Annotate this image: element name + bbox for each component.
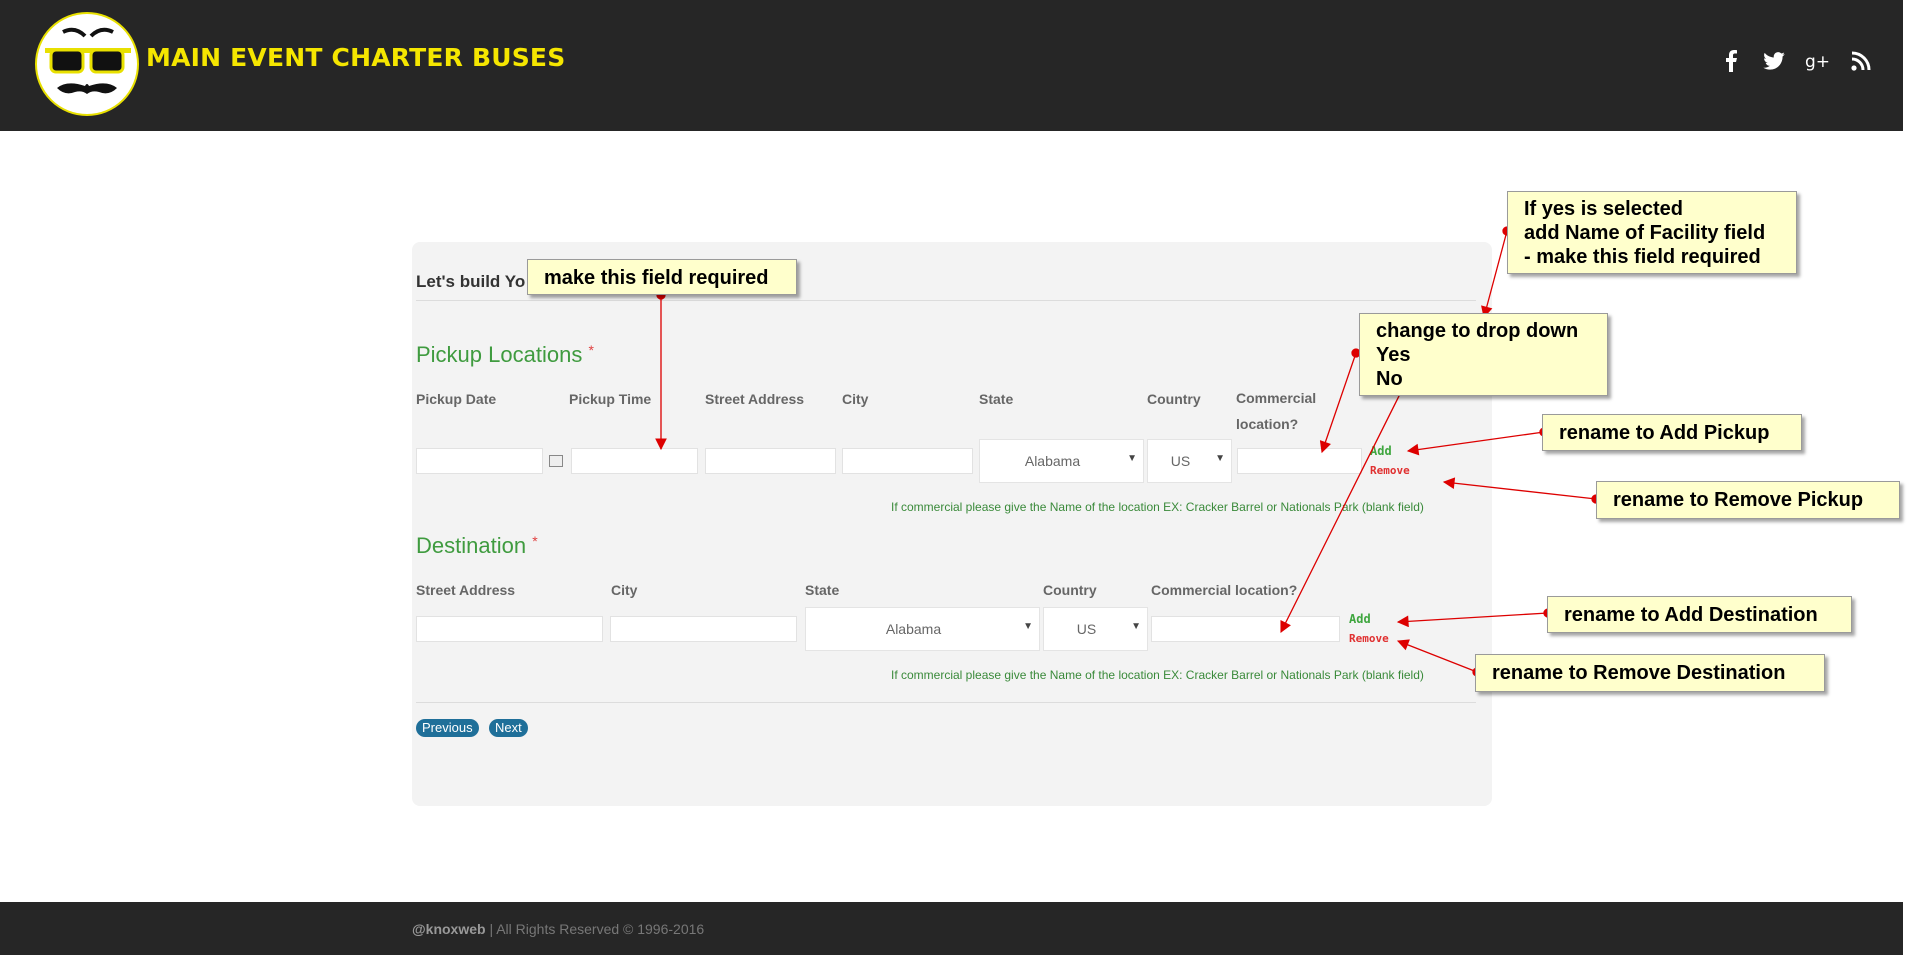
destination-city-input[interactable] (610, 616, 797, 642)
brand-title[interactable]: MAIN EVENT CHARTER BUSES (146, 43, 565, 72)
destination-commercial-hint: If commercial please give the Name of th… (891, 668, 1424, 682)
pickup-locations-heading: Pickup Locations * (416, 342, 594, 368)
note-add-pickup: rename to Add Pickup (1542, 414, 1802, 451)
footer-brand-link[interactable]: @knoxweb (412, 921, 486, 937)
chevron-down-icon: ▼ (1023, 621, 1033, 632)
pickup-date-label: Pickup Date (416, 391, 497, 407)
destination-remove-link[interactable]: Remove (1349, 632, 1389, 645)
svg-text:g+: g+ (1805, 52, 1829, 71)
rss-icon[interactable] (1846, 46, 1876, 76)
next-button[interactable]: Next (489, 719, 528, 737)
note-remove-destination: rename to Remove Destination (1475, 654, 1825, 692)
form-divider (416, 702, 1476, 703)
pickup-date-input[interactable] (416, 448, 543, 474)
note-dropdown-line-2: Yes (1376, 344, 1411, 366)
calendar-icon[interactable] (549, 455, 563, 467)
google-plus-icon[interactable]: g+ (1802, 46, 1832, 76)
destination-state-value: Alabama (885, 621, 942, 637)
destination-street-label: Street Address (416, 582, 516, 598)
chevron-down-icon: ▼ (1131, 621, 1141, 632)
destination-add-link[interactable]: Add (1349, 612, 1371, 626)
twitter-icon[interactable] (1759, 46, 1789, 76)
note-facility-line-1: If yes is selected (1524, 198, 1683, 220)
pickup-state-label: State (979, 391, 1014, 407)
note-required-field: make this field required (527, 259, 797, 295)
destination-commercial-input[interactable] (1151, 616, 1340, 642)
destination-city-label: City (611, 582, 638, 598)
note-remove-pickup: rename to Remove Pickup (1596, 481, 1900, 519)
pickup-commercial-label: Commercial location? (1236, 390, 1317, 432)
note-change-dropdown: change to drop down Yes No (1359, 313, 1608, 396)
destination-country-label: Country (1043, 582, 1097, 598)
destination-country-select[interactable]: US ▼ (1043, 607, 1148, 651)
chevron-down-icon: ▼ (1215, 453, 1225, 464)
note-dropdown-line-1: change to drop down (1376, 320, 1579, 342)
site-footer: @knoxweb | All Rights Reserved © 1996-20… (0, 902, 1903, 955)
pickup-country-value: US (1170, 453, 1191, 469)
pickup-street-label: Street Address (705, 391, 805, 407)
mustache-logo[interactable] (35, 12, 139, 116)
pickup-state-value: Alabama (1024, 453, 1081, 469)
destination-street-input[interactable] (416, 616, 603, 642)
destination-commercial-label: Commercial location? (1151, 582, 1298, 598)
destination-state-select[interactable]: Alabama ▼ (805, 607, 1040, 651)
pickup-add-link[interactable]: Add (1370, 444, 1392, 458)
pickup-commercial-hint: If commercial please give the Name of th… (891, 500, 1424, 514)
chevron-down-icon: ▼ (1127, 453, 1137, 464)
pickup-time-label: Pickup Time (569, 391, 652, 407)
pickup-commercial-input[interactable] (1237, 448, 1362, 474)
pickup-heading-text: Pickup Locations (416, 342, 583, 367)
previous-button[interactable]: Previous (416, 719, 479, 737)
note-facility-line-3: - make this field required (1524, 246, 1761, 268)
footer-rights: | All Rights Reserved © 1996-2016 (485, 921, 705, 937)
footer-copyright: @knoxweb | All Rights Reserved © 1996-20… (412, 921, 704, 937)
pickup-city-input[interactable] (842, 448, 973, 474)
pickup-remove-link[interactable]: Remove (1370, 464, 1410, 477)
pickup-time-input[interactable] (571, 448, 698, 474)
required-mark: * (588, 342, 594, 358)
pickup-street-input[interactable] (705, 448, 836, 474)
required-mark: * (532, 533, 538, 549)
pickup-country-label: Country (1147, 391, 1201, 407)
pickup-city-label: City (842, 391, 869, 407)
pickup-state-select[interactable]: Alabama ▼ (979, 439, 1144, 483)
destination-country-value: US (1076, 621, 1097, 637)
note-add-destination: rename to Add Destination (1547, 596, 1852, 633)
note-facility-field: If yes is selected add Name of Facility … (1507, 191, 1797, 274)
site-header: MAIN EVENT CHARTER BUSES g+ (0, 0, 1903, 131)
destination-state-label: State (805, 582, 840, 598)
form-panel (412, 242, 1492, 806)
destination-heading: Destination * (416, 533, 538, 559)
note-facility-line-2: add Name of Facility field (1524, 222, 1766, 244)
pickup-country-select[interactable]: US ▼ (1147, 439, 1232, 483)
note-dropdown-line-3: No (1376, 368, 1403, 390)
form-title: Let's build Yo (416, 272, 526, 291)
facebook-icon[interactable] (1716, 46, 1746, 76)
title-divider (416, 300, 1476, 301)
destination-heading-text: Destination (416, 533, 527, 558)
